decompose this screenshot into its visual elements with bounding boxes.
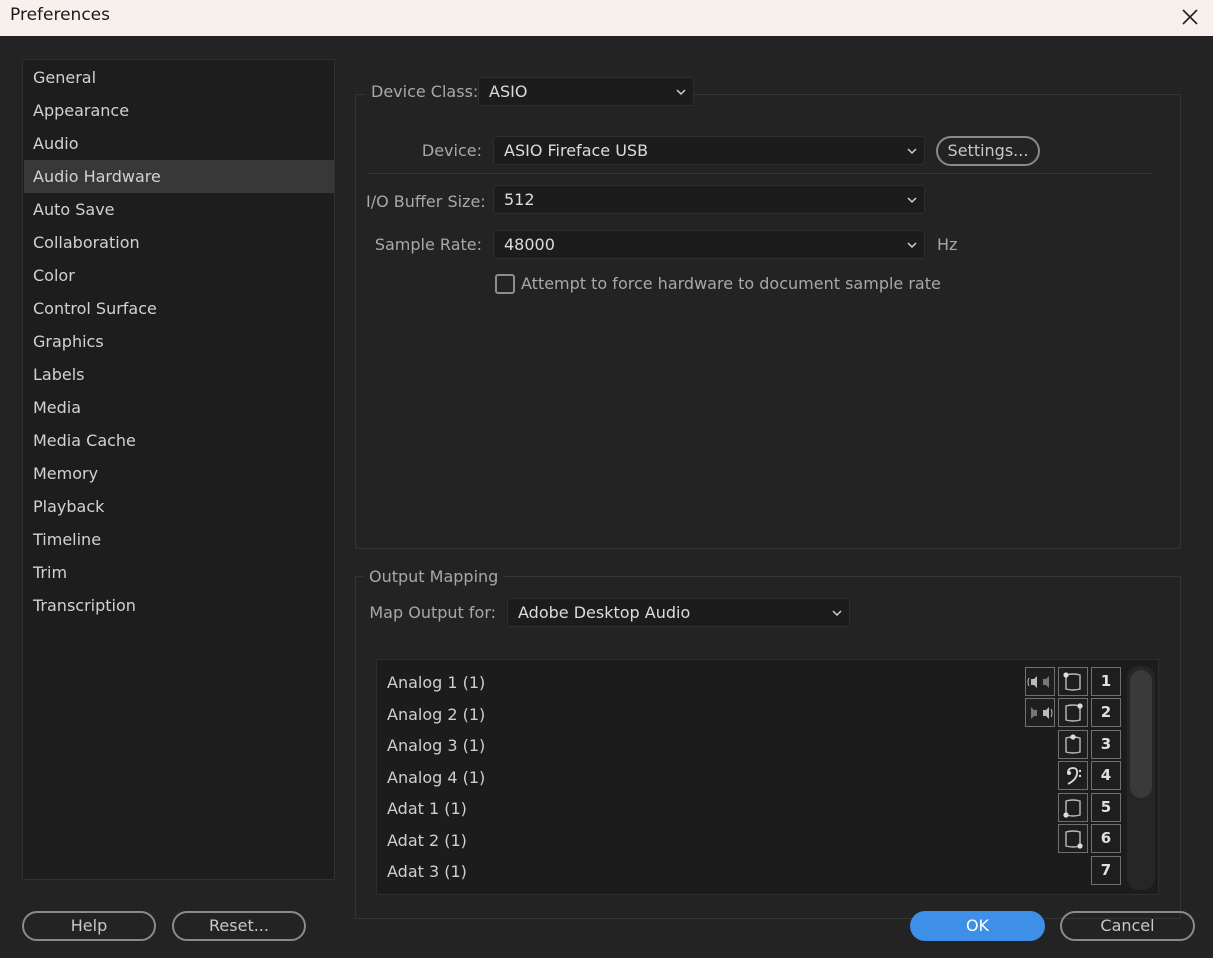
close-button[interactable] — [1175, 2, 1205, 32]
front-left-speaker-icon — [1063, 671, 1081, 691]
chevron-down-icon — [907, 242, 917, 249]
channel-number-button[interactable]: 1 — [1091, 667, 1121, 696]
divider — [368, 173, 1153, 174]
device-class-legend: Device Class: — [365, 82, 485, 106]
device-value: ASIO Fireface USB — [504, 141, 649, 160]
list-item: Adat 3 (1) — [387, 862, 467, 881]
close-icon — [1182, 9, 1198, 25]
front-right-speaker-icon — [1065, 702, 1083, 722]
sidebar-item-auto-save[interactable]: Auto Save — [24, 193, 334, 226]
sidebar-item-color[interactable]: Color — [24, 259, 334, 292]
sample-rate-value: 48000 — [504, 235, 555, 254]
force-sample-rate-label: Attempt to force hardware to document sa… — [521, 274, 941, 293]
chevron-down-icon — [907, 148, 917, 155]
sidebar-item-audio[interactable]: Audio — [24, 127, 334, 160]
speaker-position-button[interactable] — [1058, 730, 1088, 759]
list-item: Adat 1 (1) — [387, 799, 467, 818]
channel-number-button[interactable]: 7 — [1091, 856, 1121, 885]
sidebar-item-trim[interactable]: Trim — [24, 556, 334, 589]
title-bar: Preferences — [0, 0, 1213, 36]
speaker-position-button[interactable] — [1058, 761, 1088, 790]
surround-right-speaker-icon — [1065, 829, 1083, 849]
device-settings-button[interactable]: Settings... — [936, 136, 1040, 166]
sidebar-item-playback[interactable]: Playback — [24, 490, 334, 523]
map-output-for-label: Map Output for: — [369, 603, 496, 622]
output-mapping-legend: Output Mapping — [363, 566, 505, 588]
sidebar-item-audio-hardware[interactable]: Audio Hardware — [24, 160, 334, 193]
channel-number-button[interactable]: 3 — [1091, 730, 1121, 759]
speaker-position-button[interactable] — [1058, 667, 1088, 696]
list-item: Adat 2 (1) — [387, 831, 467, 850]
buffer-size-label: I/O Buffer Size: — [366, 192, 486, 211]
stereo-left-icon[interactable] — [1025, 667, 1055, 696]
help-button[interactable]: Help — [22, 911, 156, 941]
force-sample-rate-checkbox[interactable] — [495, 274, 515, 294]
ok-button[interactable]: OK — [910, 911, 1045, 941]
surround-left-speaker-icon — [1063, 798, 1081, 818]
sample-rate-dropdown[interactable]: 48000 — [493, 230, 925, 259]
scrollbar-track[interactable] — [1127, 666, 1155, 890]
sample-rate-unit: Hz — [937, 235, 958, 254]
buffer-size-dropdown[interactable]: 512 — [493, 185, 925, 214]
sidebar-item-graphics[interactable]: Graphics — [24, 325, 334, 358]
sidebar-item-media[interactable]: Media — [24, 391, 334, 424]
list-item: Analog 2 (1) — [387, 705, 486, 724]
speaker-position-button[interactable] — [1058, 793, 1088, 822]
chevron-down-icon — [907, 197, 917, 204]
sample-rate-label: Sample Rate: — [374, 235, 482, 254]
cancel-button[interactable]: Cancel — [1060, 911, 1195, 941]
sidebar-item-appearance[interactable]: Appearance — [24, 94, 334, 127]
map-output-for-dropdown[interactable]: Adobe Desktop Audio — [507, 598, 850, 627]
device-dropdown[interactable]: ASIO Fireface USB — [493, 136, 925, 165]
center-speaker-icon — [1065, 733, 1081, 754]
list-item: Analog 4 (1) — [387, 768, 486, 787]
preferences-category-list[interactable]: General Appearance Audio Audio Hardware … — [22, 59, 335, 880]
sidebar-item-collaboration[interactable]: Collaboration — [24, 226, 334, 259]
sidebar-item-media-cache[interactable]: Media Cache — [24, 424, 334, 457]
front-left-speaker-icon — [1027, 675, 1049, 688]
list-item: Analog 3 (1) — [387, 736, 486, 755]
sidebar-item-control-surface[interactable]: Control Surface — [24, 292, 334, 325]
reset-button[interactable]: Reset... — [172, 911, 306, 941]
channel-number-button[interactable]: 6 — [1091, 824, 1121, 853]
scrollbar-thumb[interactable] — [1130, 670, 1152, 798]
buffer-size-value: 512 — [504, 190, 535, 209]
lfe-bass-clef-icon — [1067, 766, 1082, 785]
stereo-right-icon[interactable] — [1025, 698, 1055, 727]
sidebar-item-transcription[interactable]: Transcription — [24, 589, 334, 622]
front-right-speaker-icon — [1031, 706, 1053, 719]
channel-number-button[interactable]: 5 — [1091, 793, 1121, 822]
sidebar-item-memory[interactable]: Memory — [24, 457, 334, 490]
sidebar-item-general[interactable]: General — [24, 61, 334, 94]
channel-number-button[interactable]: 4 — [1091, 761, 1121, 790]
speaker-position-button[interactable] — [1058, 824, 1088, 853]
channel-number-button[interactable]: 2 — [1091, 698, 1121, 727]
device-label: Device: — [421, 141, 482, 160]
sidebar-item-labels[interactable]: Labels — [24, 358, 334, 391]
device-class-label: Device Class: — [371, 82, 479, 101]
speaker-position-button[interactable] — [1058, 698, 1088, 727]
chevron-down-icon — [676, 89, 686, 96]
window-title: Preferences — [10, 5, 110, 25]
chevron-down-icon — [832, 610, 842, 617]
map-output-for-value: Adobe Desktop Audio — [518, 603, 691, 622]
output-mapping-list[interactable]: Analog 1 (1) Analog 2 (1) Analog 3 (1) A… — [376, 659, 1159, 895]
sidebar-item-timeline[interactable]: Timeline — [24, 523, 334, 556]
list-item: Analog 1 (1) — [387, 673, 486, 692]
device-class-value: ASIO — [489, 82, 528, 101]
device-class-dropdown[interactable]: ASIO — [478, 77, 694, 106]
